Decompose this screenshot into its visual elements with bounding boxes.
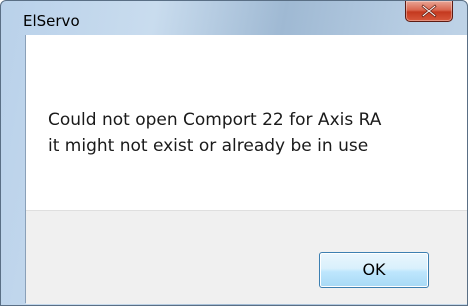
message-line-1: Could not open Comport 22 for Axis RA (48, 110, 382, 130)
message-dialog: ElServo Could not open Comport 22 for Ax… (0, 0, 468, 306)
close-button[interactable] (405, 1, 453, 22)
window-title: ElServo (23, 12, 80, 30)
button-bar: OK (26, 210, 467, 304)
message-line-2: it might not exist or already be in use (48, 136, 369, 156)
title-bar[interactable]: ElServo (1, 1, 467, 35)
close-icon (421, 4, 437, 18)
message-area: Could not open Comport 22 for Axis RA it… (26, 35, 467, 210)
dialog-content: Could not open Comport 22 for Axis RA it… (25, 35, 467, 304)
ok-button[interactable]: OK (319, 252, 429, 288)
